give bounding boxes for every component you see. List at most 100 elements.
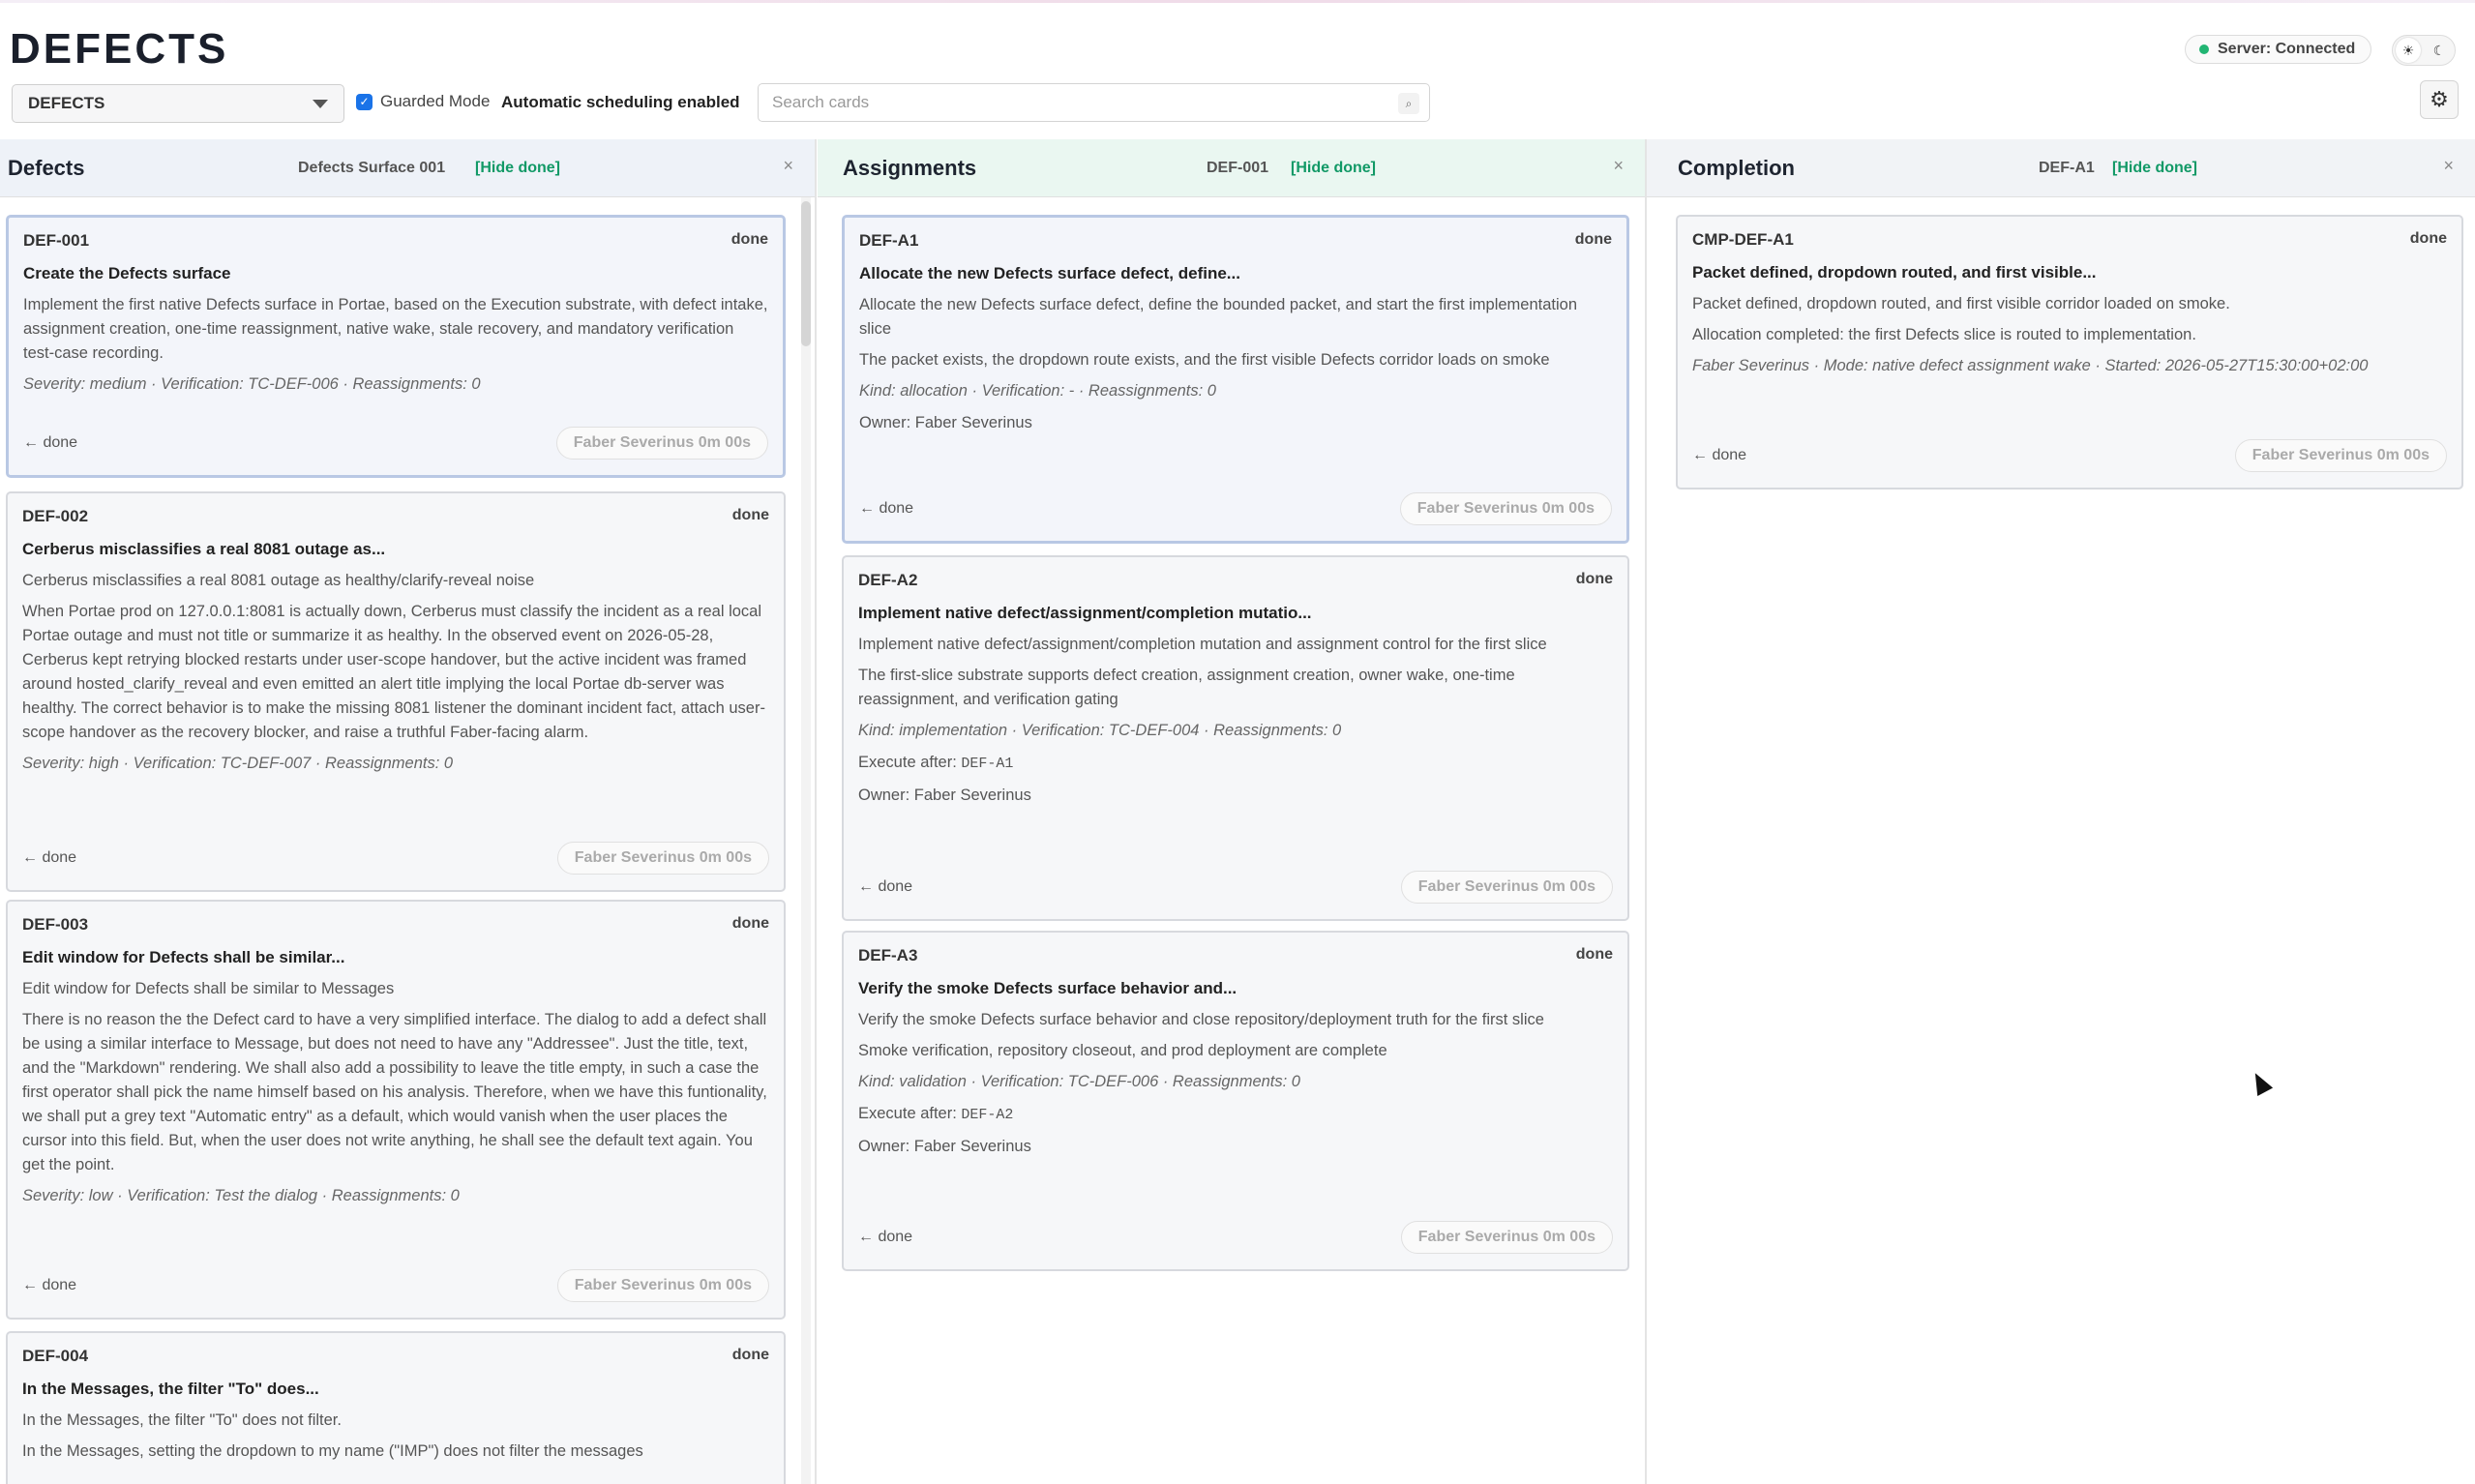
- card-status: done: [1575, 571, 1613, 587]
- execute-after-label: Execute after:: [858, 754, 957, 771]
- card-status: done: [1574, 231, 1612, 248]
- close-icon[interactable]: ×: [1613, 156, 1624, 176]
- card-owner: Owner: Faber Severinus: [859, 414, 1032, 431]
- owner-timer-chip: Faber Severinus 0m 00s: [1399, 492, 1612, 525]
- card-status: done: [731, 915, 769, 932]
- column-subtitle: DEF-A1: [2039, 159, 2095, 176]
- column-defects: Defects Defects Surface 001 [Hide done] …: [0, 139, 817, 1484]
- assignment-card[interactable]: DEF-A1 done Allocate the new Defects sur…: [842, 215, 1629, 544]
- card-text: The first-slice substrate supports defec…: [858, 667, 1515, 708]
- owner-timer-chip: Faber Severinus 0m 00s: [556, 1269, 769, 1302]
- card-meta: Severity: medium · Verification: TC-DEF-…: [23, 375, 481, 393]
- search-box[interactable]: ⌕: [758, 83, 1430, 122]
- back-to-done-link[interactable]: ← done: [858, 878, 912, 896]
- guarded-mode-label: Guarded Mode: [380, 92, 491, 110]
- sun-icon[interactable]: ☀: [2396, 38, 2421, 63]
- card-title: Verify the smoke Defects surface behavio…: [858, 979, 1238, 997]
- scrollbar-thumb[interactable]: [801, 201, 811, 346]
- card-title: Allocate the new Defects surface defect,…: [859, 264, 1240, 282]
- hide-done-link[interactable]: [Hide done]: [1291, 160, 1376, 177]
- server-status-text: Server: Connected: [2218, 41, 2356, 57]
- card-meta: Kind: implementation · Verification: TC-…: [858, 722, 1342, 739]
- guarded-mode-toggle[interactable]: ✓ Guarded Mode: [356, 92, 490, 111]
- column-title: Defects: [8, 155, 85, 180]
- card-text: The packet exists, the dropdown route ex…: [859, 351, 1550, 369]
- card-body: Cerberus misclassifies a real 8081 outag…: [22, 540, 769, 784]
- search-input[interactable]: [759, 84, 1378, 121]
- hide-done-link[interactable]: [Hide done]: [475, 160, 560, 177]
- card-body: Implement native defect/assignment/compl…: [858, 604, 1613, 816]
- card-body: In the Messages, the filter "To" does...…: [22, 1380, 769, 1470]
- card-status: done: [731, 1347, 769, 1363]
- card-text: Allocation completed: the first Defects …: [1692, 326, 2196, 343]
- card-id: DEF-004: [22, 1347, 89, 1365]
- gear-icon[interactable]: ⚙: [2420, 80, 2459, 119]
- back-to-done-link[interactable]: ← done: [23, 434, 77, 452]
- column-subtitle: DEF-001: [1207, 159, 1269, 176]
- card-body: Packet defined, dropdown routed, and fir…: [1692, 263, 2447, 386]
- card-id: DEF-001: [23, 231, 90, 250]
- moon-icon[interactable]: ☾: [2427, 38, 2452, 63]
- board-select-value: DEFECTS: [28, 94, 105, 112]
- card-status: done: [2409, 230, 2447, 247]
- close-icon[interactable]: ×: [2443, 156, 2454, 176]
- card-title: Create the Defects surface: [23, 264, 231, 282]
- column-title: Completion: [1678, 155, 1795, 180]
- card-body: Verify the smoke Defects surface behavio…: [858, 979, 1613, 1167]
- search-icon[interactable]: ⌕: [1398, 93, 1419, 114]
- defect-card[interactable]: DEF-003 done Edit window for Defects sha…: [6, 900, 786, 1320]
- card-body: Edit window for Defects shall be similar…: [22, 948, 769, 1216]
- card-id: DEF-002: [22, 507, 89, 525]
- back-to-done-link[interactable]: ← done: [22, 849, 76, 867]
- card-meta: Severity: high · Verification: TC-DEF-00…: [22, 755, 454, 772]
- card-meta: Severity: low · Verification: Test the d…: [22, 1187, 460, 1204]
- hide-done-link[interactable]: [Hide done]: [2112, 160, 2197, 177]
- owner-timer-chip: Faber Severinus 0m 00s: [1400, 871, 1613, 904]
- close-icon[interactable]: ×: [783, 156, 793, 176]
- owner-timer-chip: Faber Severinus 0m 00s: [1400, 1221, 1613, 1254]
- column-title: Assignments: [843, 155, 977, 180]
- card-status: done: [1575, 946, 1613, 963]
- card-title: Edit window for Defects shall be similar…: [22, 948, 345, 966]
- back-to-done-link[interactable]: ← done: [858, 1229, 912, 1246]
- defect-card[interactable]: DEF-001 done Create the Defects surface …: [6, 215, 786, 478]
- card-status: done: [731, 507, 769, 523]
- card-meta: Faber Severinus · Mode: native defect as…: [1692, 357, 2369, 374]
- card-title: In the Messages, the filter "To" does...: [22, 1380, 319, 1398]
- card-text: Smoke verification, repository closeout,…: [858, 1042, 1387, 1059]
- status-dot-icon: [2199, 45, 2209, 54]
- board-select[interactable]: DEFECTS: [12, 84, 344, 123]
- defect-card[interactable]: DEF-004 done In the Messages, the filter…: [6, 1331, 786, 1484]
- theme-toggle[interactable]: ☀ ☾: [2392, 35, 2456, 66]
- back-to-done-link[interactable]: ← done: [859, 500, 913, 518]
- card-text: There is no reason the the Defect card t…: [22, 1011, 767, 1173]
- execute-after-value: DEF-A2: [961, 1107, 1014, 1123]
- card-owner: Owner: Faber Severinus: [858, 1138, 1031, 1155]
- card-id: DEF-A3: [858, 946, 918, 965]
- card-id: CMP-DEF-A1: [1692, 230, 1794, 249]
- column-header-assignments: Assignments DEF-001 [Hide done] ×: [818, 139, 1645, 197]
- completion-card[interactable]: CMP-DEF-A1 done Packet defined, dropdown…: [1676, 215, 2463, 490]
- back-to-done-link[interactable]: ← done: [1692, 447, 1746, 464]
- card-text: Packet defined, dropdown routed, and fir…: [1692, 295, 2230, 312]
- guarded-mode-checkbox[interactable]: ✓: [356, 93, 373, 110]
- card-meta: Kind: validation · Verification: TC-DEF-…: [858, 1073, 1300, 1090]
- column-assignments: Assignments DEF-001 [Hide done] × DEF-A1…: [818, 139, 1647, 1484]
- page-title: DEFECTS: [10, 25, 229, 73]
- assignment-card[interactable]: DEF-A3 done Verify the smoke Defects sur…: [842, 931, 1629, 1271]
- owner-timer-chip: Faber Severinus 0m 00s: [2234, 439, 2447, 472]
- card-text: Implement native defect/assignment/compl…: [858, 636, 1547, 653]
- column-subtitle: Defects Surface 001: [298, 159, 446, 176]
- defect-card[interactable]: DEF-002 done Cerberus misclassifies a re…: [6, 491, 786, 892]
- scrollbar-track[interactable]: [801, 197, 811, 1484]
- column-header-defects: Defects Defects Surface 001 [Hide done] …: [0, 139, 815, 197]
- card-title: Packet defined, dropdown routed, and fir…: [1692, 263, 2097, 282]
- card-text: Implement the first native Defects surfa…: [23, 296, 768, 362]
- execute-after-label: Execute after:: [858, 1105, 957, 1122]
- owner-timer-chip: Faber Severinus 0m 00s: [555, 427, 768, 460]
- chevron-down-icon: [313, 100, 328, 108]
- assignment-card[interactable]: DEF-A2 done Implement native defect/assi…: [842, 555, 1629, 921]
- card-text: Edit window for Defects shall be similar…: [22, 980, 395, 997]
- back-to-done-link[interactable]: ← done: [22, 1277, 76, 1294]
- card-id: DEF-A2: [858, 571, 918, 589]
